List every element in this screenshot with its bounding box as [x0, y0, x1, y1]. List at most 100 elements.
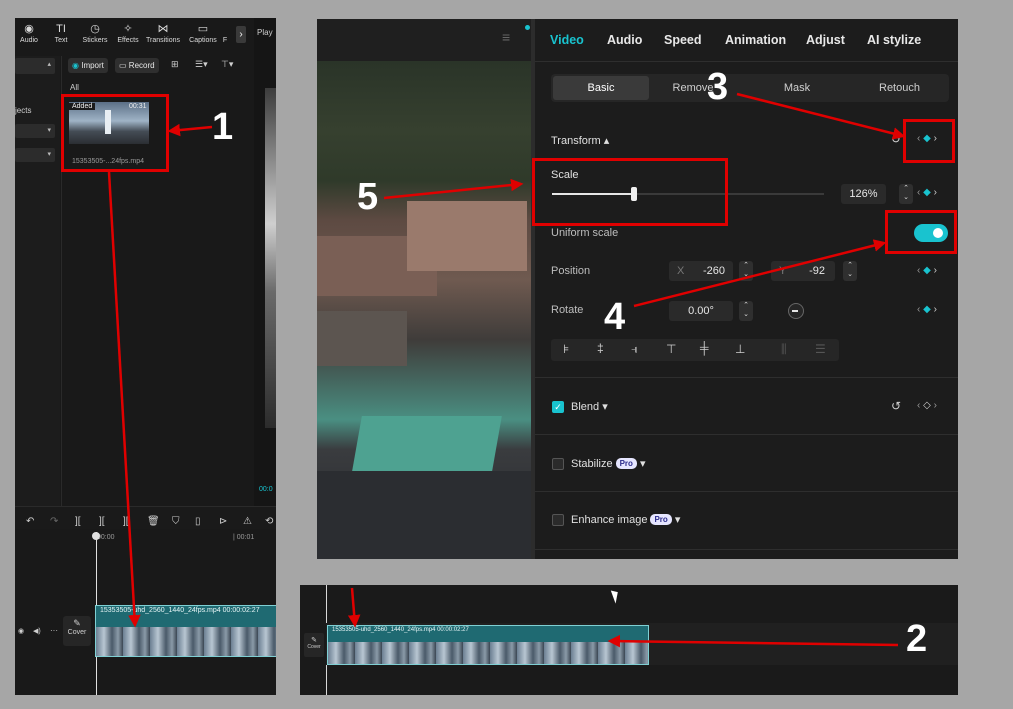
position-x-field[interactable]: X -260 — [669, 261, 733, 281]
align-center-v-icon[interactable]: ╪ — [700, 341, 709, 355]
grid-view-icon[interactable]: ⊞ — [171, 59, 179, 70]
subtab-mask[interactable]: Mask — [757, 76, 837, 100]
enhance-checkbox[interactable] — [552, 514, 564, 526]
enhance-label[interactable]: Enhance image Pro ▾ — [571, 513, 680, 526]
position-y-field[interactable]: Y -92 — [771, 261, 835, 281]
align-bottom-icon[interactable]: ⊥ — [735, 342, 745, 356]
clip-frames — [96, 627, 276, 656]
import-button[interactable]: ◉ Import — [68, 58, 108, 73]
tab-adjust[interactable]: Adjust — [806, 33, 845, 47]
mirror-icon[interactable]: ⚠ — [243, 516, 252, 527]
toolbar-transitions[interactable]: ⋈ Transitions — [141, 23, 185, 44]
edit-icon: ✎ — [73, 618, 81, 628]
delete-icon[interactable]: 🗑 — [147, 516, 160, 527]
redo-icon[interactable]: ↷ — [50, 516, 58, 527]
keyframe-empty-icon[interactable]: ◇ — [923, 400, 931, 411]
highlight-box-3 — [903, 119, 955, 163]
eye-icon[interactable]: ◉ — [18, 627, 24, 635]
rotate-dial[interactable] — [788, 303, 804, 319]
freeze-icon[interactable]: ▯ — [195, 516, 201, 527]
split-left-icon[interactable]: ][ — [99, 516, 105, 527]
next-keyframe-icon[interactable]: › — [934, 187, 937, 198]
annotation-number-3: 3 — [707, 66, 729, 108]
import-icon: ◉ — [72, 61, 79, 70]
position-keyframe[interactable]: ‹ ◆ › — [917, 265, 937, 276]
keyframe-icon[interactable]: ◆ — [923, 265, 931, 276]
undo-icon[interactable]: ↶ — [26, 516, 34, 527]
cover-button[interactable]: ✎ Cover — [304, 633, 324, 657]
blend-reset-icon[interactable]: ↺ — [891, 399, 901, 413]
stabilize-checkbox[interactable] — [552, 458, 564, 470]
position-x-stepper[interactable]: ⌃ ⌄ — [739, 261, 753, 281]
more-icon[interactable]: ··· — [50, 626, 58, 635]
player-preview — [265, 88, 276, 428]
scale-stepper[interactable]: ⌃ ⌄ — [899, 184, 913, 204]
split-right-icon[interactable]: ][ — [123, 516, 129, 527]
all-filter-label[interactable]: All — [70, 83, 79, 92]
rotate-icon[interactable]: ⟲ — [265, 516, 273, 527]
clip-label: 15353505-uhd_2560_1440_24fps.mp4 00:00:0… — [100, 607, 260, 614]
position-y-stepper[interactable]: ⌃ ⌄ — [843, 261, 857, 281]
subtab-basic[interactable]: Basic — [553, 76, 649, 100]
next-keyframe-icon[interactable]: › — [934, 400, 937, 411]
bottom-timeline-panel: ✎ Cover 15353505-uhd_2560_1440_24fps.mp4… — [300, 585, 958, 695]
reset-icon[interactable]: ↺ — [891, 132, 901, 146]
sidebar-select-2[interactable]: ▾ — [15, 148, 55, 162]
align-left-icon[interactable]: ⊧ — [563, 342, 569, 356]
timeline-video-clip[interactable]: 15353505-uhd_2560_1440_24fps.mp4 00:00:0… — [95, 605, 276, 657]
rotate-keyframe[interactable]: ‹ ◆ › — [917, 304, 937, 315]
video-preview[interactable] — [317, 61, 531, 559]
distribute-h-icon[interactable]: ⫼ — [781, 342, 787, 357]
tab-ai-stylize[interactable]: AI stylize — [867, 33, 921, 47]
blend-checkbox[interactable]: ✓ — [552, 401, 564, 413]
next-keyframe-icon[interactable]: › — [934, 304, 937, 315]
sidebar-dropdown[interactable]: ▴ — [15, 58, 55, 74]
sort-icon[interactable]: ☰▾ — [195, 59, 208, 70]
stabilize-label[interactable]: Stabilize Pro ▾ — [571, 457, 646, 470]
prev-keyframe-icon[interactable]: ‹ — [917, 265, 920, 276]
scale-value-field[interactable]: 126% — [841, 184, 886, 204]
playhead-handle[interactable] — [92, 532, 100, 540]
align-center-h-icon[interactable]: ‡ — [597, 341, 604, 355]
menu-icon[interactable]: ≡ — [502, 29, 510, 45]
align-right-icon[interactable]: ⫣ — [631, 342, 638, 357]
right-panel: ≡ Video Audio Speed Animation Adjust AI … — [317, 19, 958, 559]
keyframe-icon[interactable]: ◆ — [923, 187, 931, 198]
next-keyframe-icon[interactable]: › — [934, 265, 937, 276]
blend-keyframe[interactable]: ‹ ◇ › — [917, 400, 937, 411]
sidebar-select-1[interactable]: ▾ — [15, 124, 55, 138]
tab-animation[interactable]: Animation — [725, 33, 786, 47]
sidebar-projects[interactable]: jects — [15, 106, 31, 115]
volume-icon[interactable]: ◀) — [33, 627, 41, 635]
timeline-video-clip[interactable]: 15353505-uhd_2560_1440_24fps.mp4 00:00:0… — [327, 625, 649, 665]
distribute-v-icon[interactable]: ☰ — [815, 342, 826, 356]
toolbar-stickers[interactable]: ◷ Stickers — [77, 23, 113, 44]
align-top-icon[interactable]: ⊤ — [666, 342, 676, 356]
cover-button[interactable]: ✎ Cover — [63, 616, 91, 646]
section-divider — [535, 491, 958, 492]
annotation-number-2: 2 — [906, 618, 928, 660]
filters-icon — [215, 23, 235, 36]
toolbar-text[interactable]: TI Text — [43, 23, 79, 44]
transform-section-toggle[interactable]: Transform ▴ — [551, 134, 609, 147]
tab-speed[interactable]: Speed — [664, 33, 702, 47]
split-icon[interactable]: ][ — [75, 516, 81, 527]
blend-label[interactable]: Blend ▾ — [571, 400, 608, 413]
panel-splitter[interactable] — [531, 19, 535, 559]
tab-audio[interactable]: Audio — [607, 33, 642, 47]
filter-icon[interactable]: ⊤▾ — [221, 59, 233, 70]
prev-keyframe-icon[interactable]: ‹ — [917, 304, 920, 315]
subtab-retouch[interactable]: Retouch — [857, 76, 942, 100]
prev-keyframe-icon[interactable]: ‹ — [917, 187, 920, 198]
tab-video[interactable]: Video — [550, 33, 584, 47]
shield-icon[interactable]: ⛉ — [172, 516, 180, 527]
rotate-stepper[interactable]: ⌃ ⌄ — [739, 301, 753, 321]
scale-keyframe[interactable]: ‹ ◆ › — [917, 187, 937, 198]
record-button[interactable]: ▭ Record — [115, 58, 159, 73]
prev-keyframe-icon[interactable]: ‹ — [917, 400, 920, 411]
rotate-value-field[interactable]: 0.00° — [669, 301, 733, 321]
toolbar-filters[interactable]: F — [215, 23, 235, 44]
play-circle-icon[interactable]: ⊳ — [219, 516, 227, 527]
toolbar-next-button[interactable]: › — [236, 26, 246, 43]
keyframe-icon[interactable]: ◆ — [923, 304, 931, 315]
